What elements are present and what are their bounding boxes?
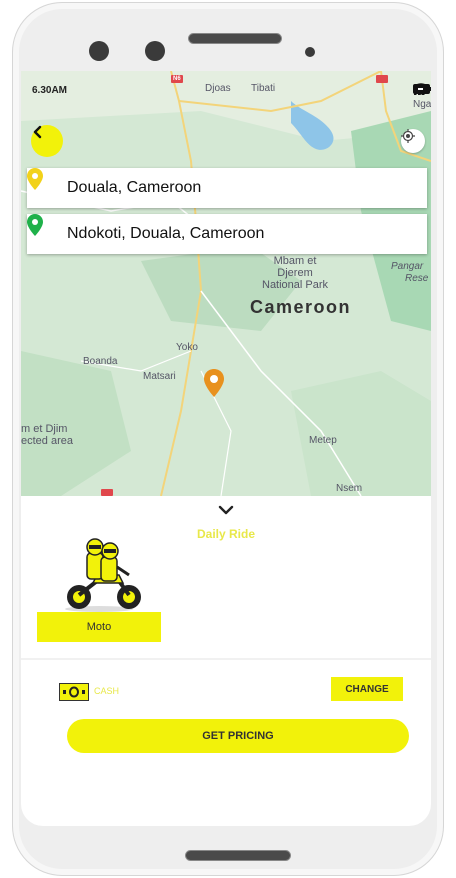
map-protected-area-line1: m et Djim xyxy=(21,423,68,435)
cash-icon xyxy=(59,683,89,701)
change-payment-button[interactable]: CHANGE xyxy=(331,677,403,701)
locate-button[interactable] xyxy=(401,129,425,153)
front-sensor xyxy=(145,41,165,61)
park-label-line1: Mbam et xyxy=(273,255,317,267)
park-label-line2: Djerem xyxy=(277,267,313,279)
map-place-yoko: Yoko xyxy=(176,342,198,353)
locate-icon xyxy=(401,129,415,143)
map-place-boanda: Boanda xyxy=(83,356,118,367)
origin-text: Douala, Cameroon xyxy=(67,179,202,196)
proximity-sensor xyxy=(305,47,315,57)
map-view[interactable]: N6 Djoas Tibati Ngaou Pangar Rese Mbam e… xyxy=(21,71,431,496)
map-terrain xyxy=(21,71,431,496)
chevron-down-icon xyxy=(218,505,234,515)
map-place-nsem: Nsem xyxy=(336,483,363,494)
status-time: 6.30AM xyxy=(32,85,68,96)
back-button[interactable] xyxy=(31,125,63,157)
map-place-tibati: Tibati xyxy=(251,83,276,94)
origin-field[interactable]: Douala, Cameroon xyxy=(27,168,427,208)
map-place-ngaou: Ngaou xyxy=(413,99,431,110)
road-shield-label: N6 xyxy=(173,76,181,82)
speaker-grille xyxy=(188,33,282,44)
bottom-speaker xyxy=(185,850,291,861)
section-divider xyxy=(21,658,431,660)
moto-select-button[interactable]: Moto xyxy=(37,612,161,642)
map-place-metep: Metep xyxy=(309,435,337,446)
park-label-line3: National Park xyxy=(262,279,329,291)
map-place-matsari: Matsari xyxy=(143,371,176,382)
destination-field[interactable]: Ndokoti, Douala, Cameroon xyxy=(27,214,427,254)
map-country-label: Cameroon xyxy=(250,297,352,317)
app-screen: N6 Djoas Tibati Ngaou Pangar Rese Mbam e… xyxy=(21,71,431,826)
map-place-djoas: Djoas xyxy=(205,83,231,94)
map-place-pangar: Pangar xyxy=(391,261,424,272)
collapse-chevron[interactable] xyxy=(218,503,234,521)
destination-text: Ndokoti, Douala, Cameroon xyxy=(67,225,265,242)
map-protected-area-line2: ected area xyxy=(21,435,73,447)
map-place-rese: Rese xyxy=(405,273,429,284)
front-camera xyxy=(89,41,109,61)
get-pricing-button[interactable]: GET PRICING xyxy=(67,719,409,753)
map-park-label: Mbam et Djerem National Park xyxy=(262,255,328,291)
back-arrow-icon xyxy=(33,125,42,139)
moto-rider-icon xyxy=(65,538,141,612)
payment-method-label: CASH xyxy=(94,686,120,696)
